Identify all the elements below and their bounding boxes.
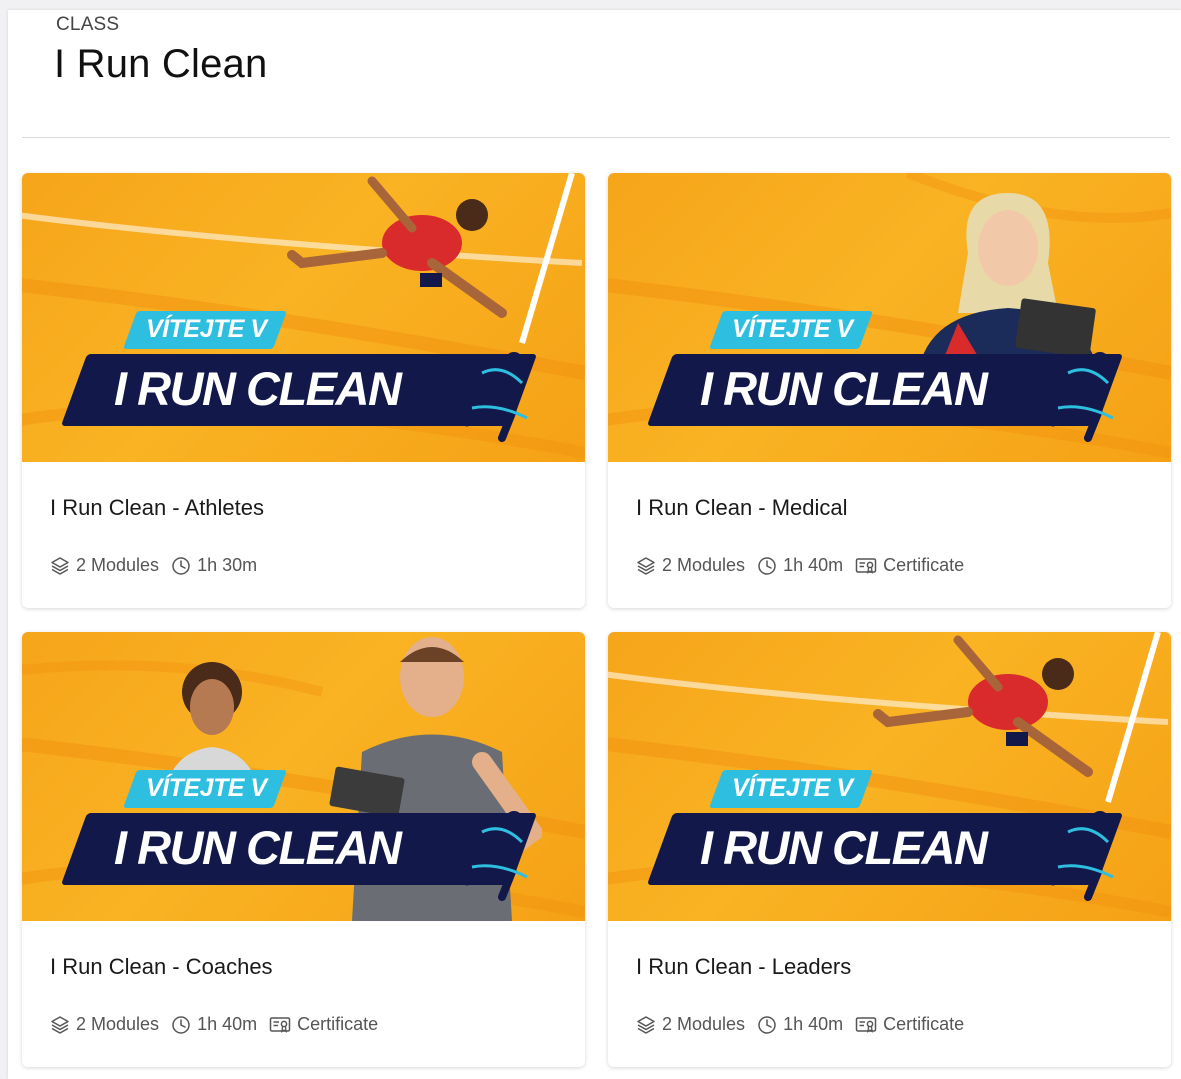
clock-icon [172,556,190,575]
duration-meta: 1h 40m [171,1014,257,1035]
course-card-coaches[interactable]: VÍTEJTE V I RUN CLEAN I Run Clean - Coac… [22,632,585,1067]
modules-meta: 2 Modules [50,555,159,576]
layers-icon [637,556,655,575]
duration-meta: 1h 40m [757,1014,843,1035]
course-title[interactable]: I Run Clean - Athletes [50,495,264,521]
duration-meta: 1h 40m [757,555,843,576]
certificate-icon [855,557,877,574]
certificate-meta: Certificate [269,1014,378,1035]
modules-meta: 2 Modules [50,1014,159,1035]
duration-meta: 1h 30m [171,555,257,576]
logo-text: I RUN CLEAN [114,821,402,874]
course-title[interactable]: I Run Clean - Medical [636,495,848,521]
course-card-leaders[interactable]: VÍTEJTE V I RUN CLEAN I Run Clean - Lead… [608,632,1171,1067]
course-meta: 2 Modules 1h 40m Certificate [50,1014,390,1035]
modules-label: 2 Modules [76,555,160,575]
welcome-text: VÍTEJTE V [146,774,267,802]
certificate-label: Certificate [883,555,965,575]
course-title[interactable]: I Run Clean - Coaches [50,954,273,980]
course-banner-image: VÍTEJTE V I RUN CLEAN [608,173,1171,462]
course-banner-image: VÍTEJTE V I RUN CLEAN [22,173,585,462]
duration-label: 1h 30m [197,555,258,575]
layers-icon [51,556,69,575]
runner-logo-icon [1049,811,1114,901]
course-card-athletes[interactable]: VÍTEJTE V I RUN CLEAN I Run Clean - Athl… [22,173,585,608]
certificate-icon [269,1016,291,1033]
runner-logo-icon [1049,352,1114,442]
layers-icon [637,1015,655,1034]
modules-meta: 2 Modules [636,1014,745,1035]
certificate-meta: Certificate [855,1014,964,1035]
course-meta: 2 Modules 1h 30m [50,555,269,576]
certificate-meta: Certificate [855,555,964,576]
clock-icon [758,1015,776,1034]
welcome-text: VÍTEJTE V [732,315,853,343]
course-title[interactable]: I Run Clean - Leaders [636,954,851,980]
clock-icon [172,1015,190,1034]
certificate-label: Certificate [883,1014,965,1034]
welcome-text: VÍTEJTE V [146,315,267,343]
logo-text: I RUN CLEAN [700,362,988,415]
runner-logo-icon [463,811,528,901]
sprinter-athlete-image [287,176,507,318]
layers-icon [51,1015,69,1034]
clock-icon [758,556,776,575]
logo-text: I RUN CLEAN [700,821,988,874]
course-banner-image: VÍTEJTE V I RUN CLEAN [22,632,585,921]
modules-meta: 2 Modules [636,555,745,576]
duration-label: 1h 40m [783,555,844,575]
modules-label: 2 Modules [662,555,746,575]
modules-label: 2 Modules [76,1014,160,1034]
certificate-label: Certificate [297,1014,379,1034]
page-eyebrow: CLASS [56,14,120,35]
sprinter-athlete-image [873,635,1093,777]
page-title: I Run Clean [54,42,268,86]
course-grid: VÍTEJTE V I RUN CLEAN I Run Clean - Athl… [22,173,1171,1073]
course-card-medical[interactable]: VÍTEJTE V I RUN CLEAN I Run Clean - Medi… [608,173,1171,608]
duration-label: 1h 40m [783,1014,844,1034]
welcome-text: VÍTEJTE V [732,774,853,802]
logo-text: I RUN CLEAN [114,362,402,415]
header-divider [22,137,1170,138]
class-page: CLASS I Run Clean VÍTEJTE V I RUN CLEAN … [8,10,1181,1079]
course-meta: 2 Modules 1h 40m Certificate [636,1014,976,1035]
runner-logo-icon [463,352,528,442]
modules-label: 2 Modules [662,1014,746,1034]
course-meta: 2 Modules 1h 40m Certificate [636,555,976,576]
course-banner-image: VÍTEJTE V I RUN CLEAN [608,632,1171,921]
duration-label: 1h 40m [197,1014,258,1034]
certificate-icon [855,1016,877,1033]
